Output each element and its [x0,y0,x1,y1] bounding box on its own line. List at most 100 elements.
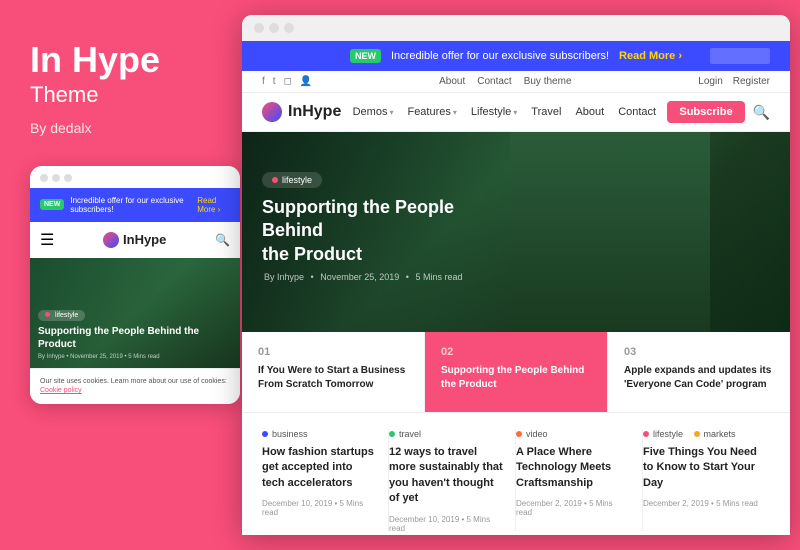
left-panel: In Hype Theme By dedalx NEW Incredible o… [0,0,235,550]
browser-dot2 [269,23,279,33]
mobile-read-more[interactable]: Read More › [197,196,230,214]
mobile-topbar [30,166,240,188]
featured-num-3: 03 [624,346,774,358]
featured-title-3: Apple expands and updates its 'Everyone … [624,364,774,392]
mobile-hero-meta: By Inhype • November 25, 2019 • 5 Mins r… [38,354,232,360]
nav-demos[interactable]: Demos ▾ [353,106,394,118]
featured-title-2: Supporting the People Behind the Product [441,364,591,392]
search-icon[interactable]: 🔍 [753,104,770,121]
article-card-2[interactable]: travel 12 ways to travel more sustainabl… [389,429,516,531]
dot2 [52,174,60,182]
login-link[interactable]: Login [698,76,722,87]
lifestyle-dot-art [643,431,649,437]
instagram-icon[interactable]: ◻ [284,76,292,87]
article-date-4: December 2, 2019 • 5 Mins read [643,499,770,508]
social-icons: f t ◻ 👤 [262,76,312,87]
nav-right: Subscribe 🔍 [667,101,770,123]
mobile-search-icon[interactable]: 🔍 [215,233,230,247]
mobile-banner-text: Incredible offer for our exclusive subsc… [70,196,187,214]
featured-card-2[interactable]: 02 Supporting the People Behind the Prod… [425,332,608,412]
hero-category-tag: lifestyle [262,172,322,188]
mobile-hero-content: lifestyle Supporting the People Behind t… [38,304,232,360]
logo-text: InHype [288,103,341,121]
dot1 [40,174,48,182]
mobile-banner: NEW Incredible offer for our exclusive s… [30,188,240,222]
article-card-3[interactable]: video A Place Where Technology Meets Cra… [516,429,643,531]
site-content: NEW Incredible offer for our exclusive s… [242,41,790,531]
mobile-hero: lifestyle Supporting the People Behind t… [30,258,240,368]
logo-icon [262,102,282,122]
featured-card-1[interactable]: 01 If You Were to Start a Business From … [242,332,425,412]
business-dot [262,431,268,437]
hero-section: lifestyle Supporting the People Behind t… [242,132,790,332]
contact-link[interactable]: Contact [477,76,511,87]
mobile-logo-icon [103,232,119,248]
hero-person-image [510,132,710,332]
user-icon[interactable]: 👤 [300,76,312,87]
mobile-lifestyle-dot [45,312,50,317]
nav-links: Demos ▾ Features ▾ Lifestyle ▾ Travel Ab… [353,106,657,118]
featured-title-1: If You Were to Start a Business From Scr… [258,364,408,392]
site-logo: InHype [262,102,341,122]
articles-grid: business How fashion startups get accept… [242,412,790,531]
lifestyle-dot [272,177,278,183]
nav-contact[interactable]: Contact [618,106,656,118]
twitter-icon[interactable]: t [273,76,276,87]
article-date-1: December 10, 2019 • 5 Mins read [262,499,376,517]
mobile-new-badge: NEW [40,199,64,210]
new-badge: NEW [350,49,381,63]
site-banner: NEW Incredible offer for our exclusive s… [242,41,790,71]
app-title-group: In Hype Theme By dedalx [30,40,215,136]
mobile-logo-text: InHype [123,232,166,247]
banner-right-decoration [710,48,770,64]
browser-topbar [242,15,790,41]
dot3 [64,174,72,182]
article-card-1[interactable]: business How fashion startups get accept… [262,429,389,531]
nav-lifestyle[interactable]: Lifestyle ▾ [471,106,517,118]
mobile-cookie-link[interactable]: Cookie policy [40,387,82,394]
article-cat-4: lifestyle markets [643,429,770,439]
auth-links: Login Register [698,76,770,87]
subscribe-button[interactable]: Subscribe [667,101,744,123]
facebook-icon[interactable]: f [262,76,265,87]
mobile-mockup: NEW Incredible offer for our exclusive s… [30,166,240,405]
nav-about[interactable]: About [575,106,604,118]
browser-mockup: NEW Incredible offer for our exclusive s… [242,15,790,535]
browser-dot3 [284,23,294,33]
mobile-lifestyle-tag: lifestyle [38,310,85,321]
app-title-line1: In Hype [30,40,215,80]
register-link[interactable]: Register [733,76,770,87]
mobile-nav: ☰ InHype 🔍 [30,222,240,258]
article-title-3: A Place Where Technology Meets Craftsman… [516,445,630,491]
read-more-link[interactable]: Read More › [619,50,682,62]
main-nav: InHype Demos ▾ Features ▾ Lifestyle ▾ Tr… [242,93,790,132]
hero-content: lifestyle Supporting the People Behind t… [262,170,482,282]
article-cat-1: business [262,429,376,439]
author-label: By dedalx [30,120,215,136]
article-title-1: How fashion startups get accepted into t… [262,445,376,491]
buy-theme-link[interactable]: Buy theme [524,76,572,87]
featured-card-3[interactable]: 03 Apple expands and updates its 'Everyo… [608,332,790,412]
browser-dot1 [254,23,264,33]
hero-by: By Inhype [264,272,304,282]
about-link[interactable]: About [439,76,465,87]
featured-num-1: 01 [258,346,408,358]
mobile-cookie-text: Our site uses cookies. Learn more about … [40,378,227,385]
secondary-nav: f t ◻ 👤 About Contact Buy theme Login Re… [242,71,790,93]
video-dot [516,431,522,437]
mobile-hamburger-icon[interactable]: ☰ [40,230,54,250]
secondary-nav-links: About Contact Buy theme [439,76,571,87]
mobile-hero-title: Supporting the People Behind the Product [38,325,232,351]
featured-row: 01 If You Were to Start a Business From … [242,332,790,412]
hero-title: Supporting the People Behind the Product [262,196,482,266]
hero-tag-text: lifestyle [282,175,312,185]
nav-travel[interactable]: Travel [531,106,561,118]
article-card-4[interactable]: lifestyle markets Five Things You Need t… [643,429,770,531]
banner-text: Incredible offer for our exclusive subsc… [391,50,609,62]
nav-features[interactable]: Features ▾ [407,106,456,118]
article-date-2: December 10, 2019 • 5 Mins read [389,515,503,531]
travel-dot [389,431,395,437]
featured-num-2: 02 [441,346,591,358]
article-title-4: Five Things You Need to Know to Start Yo… [643,445,770,491]
hero-read: 5 Mins read [415,272,462,282]
